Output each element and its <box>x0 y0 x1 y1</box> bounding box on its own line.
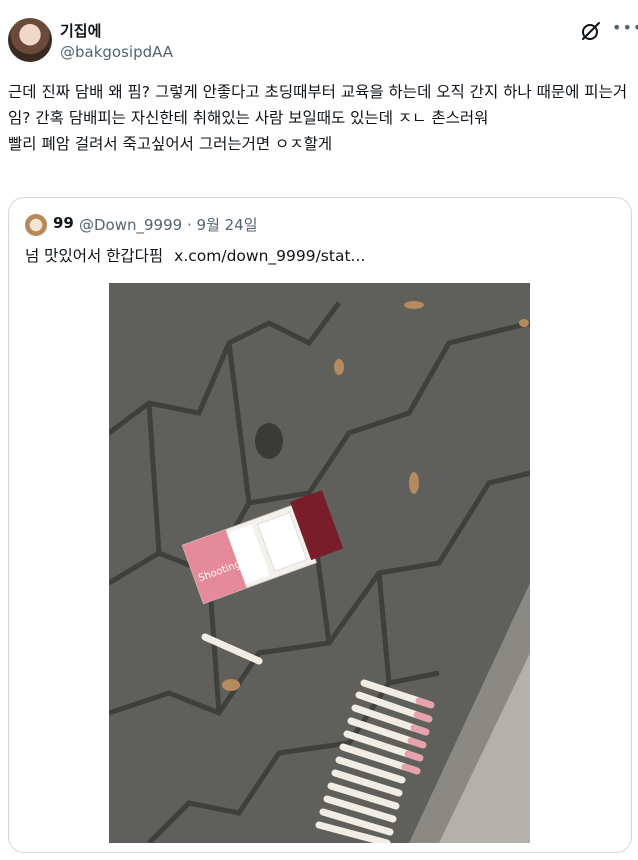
quoted-author-handle: @Down_9999 <box>79 216 183 234</box>
meta-separator: · <box>186 216 192 234</box>
author-name[interactable]: 기집에 <box>60 20 101 41</box>
quoted-author-avatar <box>25 214 47 236</box>
author-handle[interactable]: @bakgosipdAA <box>60 43 173 61</box>
quoted-tweet-photo[interactable]: Shooting <box>109 283 530 843</box>
stain <box>255 423 283 459</box>
quoted-tweet[interactable]: 99 @Down_9999 · 9월 24일 넘 맛있어서 한갑다핌 x.com… <box>8 197 632 853</box>
more-horizontal-icon[interactable]: ••• <box>612 18 638 40</box>
quoted-tweet-text: 넘 맛있어서 한갑다핌 <box>25 247 164 265</box>
quoted-tweet-link[interactable]: x.com/down_9999/stat... <box>174 247 365 265</box>
quoted-author-name: 99 <box>53 214 74 232</box>
quoted-tweet-text-row: 넘 맛있어서 한갑다핌 x.com/down_9999/stat... <box>25 244 365 266</box>
quoted-author-meta: @Down_9999 · 9월 24일 <box>79 214 258 235</box>
grok-slash-icon[interactable] <box>580 20 602 42</box>
author-avatar[interactable] <box>8 18 52 62</box>
quoted-tweet-date: 9월 24일 <box>196 216 258 234</box>
tweet-text: 근데 진짜 담배 왜 핌? 그렇게 안좋다고 초딩때부터 교육을 하는데 오직 … <box>8 83 628 153</box>
